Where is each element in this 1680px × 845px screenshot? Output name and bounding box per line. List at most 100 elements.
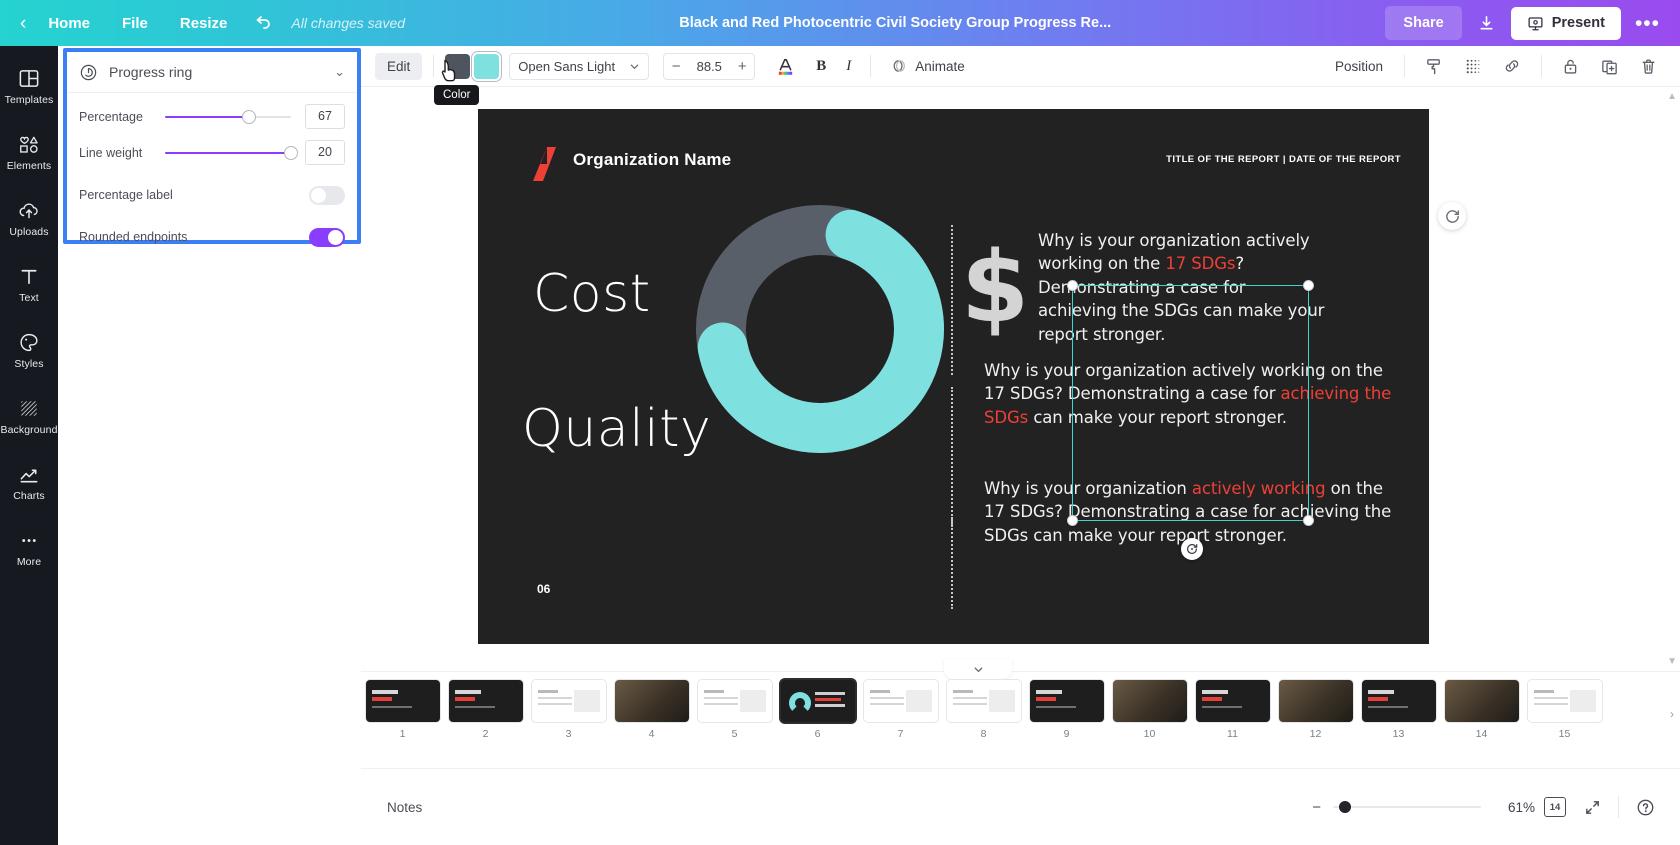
- sidebar-item-elements[interactable]: Elements: [0, 124, 58, 180]
- edit-button[interactable]: Edit: [375, 52, 423, 80]
- thumbnail-cell[interactable]: 9: [1025, 680, 1108, 740]
- resize-handle-bottom-left[interactable]: [1067, 515, 1078, 526]
- slide-thumbnail[interactable]: [1527, 680, 1602, 722]
- canvas-scroll-down-icon[interactable]: ▼: [1667, 656, 1677, 667]
- slide-thumbnail[interactable]: [1195, 680, 1270, 722]
- slide-thumbnail[interactable]: [1278, 680, 1353, 722]
- sidebar-item-styles[interactable]: Styles: [0, 322, 58, 378]
- editor-toolbar: Edit Open Sans Light − 88.5 + B I Animat: [361, 46, 1680, 87]
- font-family-select[interactable]: Open Sans Light: [509, 52, 650, 80]
- bold-button[interactable]: B: [808, 54, 834, 79]
- rounded-endpoints-toggle[interactable]: [309, 227, 345, 247]
- back-button[interactable]: ‹: [10, 10, 32, 37]
- zoom-slider[interactable]: [1333, 800, 1481, 814]
- toolbar-divider: [1541, 55, 1542, 77]
- italic-button[interactable]: I: [838, 54, 859, 79]
- slide-thumbnail[interactable]: [448, 680, 523, 722]
- fullscreen-button[interactable]: [1575, 793, 1610, 822]
- thumbnail-cell[interactable]: 8: [942, 680, 1025, 740]
- slide-thumbnail[interactable]: [1444, 680, 1519, 722]
- slider-knob[interactable]: [284, 145, 298, 160]
- top-bar-more-button[interactable]: •••: [1625, 11, 1670, 36]
- progress-ring-element[interactable]: [696, 205, 944, 453]
- collapse-strip-button[interactable]: [944, 659, 1012, 679]
- resize-button[interactable]: Resize: [164, 8, 244, 39]
- sidebar-item-text[interactable]: Text: [0, 256, 58, 312]
- thumbnail-number: 15: [1558, 728, 1571, 740]
- slide-label-cost[interactable]: Cost: [533, 264, 651, 324]
- line-weight-slider[interactable]: [165, 145, 298, 161]
- thumbnail-cell[interactable]: 14: [1440, 680, 1523, 740]
- text-color-button[interactable]: [767, 52, 804, 81]
- thumbnail-cell[interactable]: 1: [361, 680, 444, 740]
- resize-handle-bottom-right[interactable]: [1303, 515, 1314, 526]
- animate-button[interactable]: Animate: [882, 52, 973, 80]
- thumbnail-cell[interactable]: 10: [1108, 680, 1191, 740]
- transparency-button[interactable]: [1455, 53, 1490, 80]
- slider-knob[interactable]: [242, 109, 257, 124]
- present-button[interactable]: Present: [1510, 6, 1621, 40]
- sidebar-item-templates[interactable]: Templates: [0, 58, 58, 114]
- line-weight-input[interactable]: 20: [305, 140, 345, 165]
- thumbnail-cell[interactable]: 13: [1357, 680, 1440, 740]
- undo-button[interactable]: [243, 7, 283, 39]
- accent-color-swatch[interactable]: [474, 53, 500, 79]
- sidebar-item-more[interactable]: More: [0, 520, 58, 576]
- thumbnail-cell[interactable]: 2: [444, 680, 527, 740]
- page-count-button[interactable]: 14: [1535, 791, 1575, 823]
- slide-thumbnail[interactable]: [365, 680, 440, 722]
- position-button[interactable]: Position: [1325, 53, 1393, 80]
- lock-button[interactable]: [1553, 53, 1588, 80]
- font-size-increase[interactable]: +: [730, 54, 754, 79]
- progress-ring-header[interactable]: Progress ring ⌄: [67, 52, 357, 93]
- duplicate-button[interactable]: [1592, 53, 1627, 80]
- notes-button[interactable]: Notes: [377, 794, 432, 821]
- fill-color-swatch[interactable]: [445, 53, 471, 79]
- resize-handle-top-right[interactable]: [1303, 280, 1314, 291]
- thumbnail-cell[interactable]: 4: [610, 680, 693, 740]
- percentage-input[interactable]: 67: [305, 104, 345, 129]
- font-size-decrease[interactable]: −: [664, 54, 688, 79]
- slide-thumbnail[interactable]: [1029, 680, 1104, 722]
- zoom-out-button[interactable]: −: [1308, 799, 1325, 816]
- percentage-label-toggle[interactable]: [309, 185, 345, 205]
- share-button[interactable]: Share: [1385, 6, 1462, 40]
- document-title[interactable]: Black and Red Photocentric Civil Society…: [679, 15, 1111, 31]
- canvas-rotate-button[interactable]: [1438, 202, 1466, 230]
- thumbnail-cell[interactable]: 5: [693, 680, 776, 740]
- delete-button[interactable]: [1631, 53, 1666, 80]
- copy-style-icon: [1427, 58, 1440, 74]
- file-menu-button[interactable]: File: [106, 8, 164, 39]
- thumbnail-cell[interactable]: 15: [1523, 680, 1606, 740]
- sidebar-item-uploads[interactable]: Uploads: [0, 190, 58, 246]
- slide-thumbnail[interactable]: [1361, 680, 1436, 722]
- percentage-slider[interactable]: [165, 109, 291, 125]
- help-button[interactable]: [1627, 792, 1664, 823]
- slide-thumbnail[interactable]: [697, 680, 772, 722]
- thumbnail-cell[interactable]: 6: [776, 680, 859, 740]
- link-button[interactable]: [1494, 52, 1530, 80]
- home-button[interactable]: Home: [32, 8, 106, 39]
- slide-thumbnail[interactable]: [614, 680, 689, 722]
- font-size-input[interactable]: 88.5: [688, 59, 730, 74]
- thumbnail-cell[interactable]: 12: [1274, 680, 1357, 740]
- chevron-down-icon[interactable]: ⌄: [334, 64, 345, 80]
- download-button[interactable]: [1466, 6, 1507, 41]
- slide-thumbnail[interactable]: [1112, 680, 1187, 722]
- slide-thumbnail[interactable]: [863, 680, 938, 722]
- slide-thumbnail[interactable]: [531, 680, 606, 722]
- selection-frame[interactable]: [1067, 280, 1314, 526]
- resize-handle-top-left[interactable]: [1067, 280, 1078, 291]
- slide-thumbnail[interactable]: [780, 680, 855, 722]
- sidebar-item-charts[interactable]: Charts: [0, 454, 58, 510]
- slide-thumbnail[interactable]: [946, 680, 1021, 722]
- sidebar-item-background[interactable]: Background: [0, 388, 58, 444]
- thumbnail-cell[interactable]: 7: [859, 680, 942, 740]
- thumbnail-cell[interactable]: 3: [527, 680, 610, 740]
- canvas-area[interactable]: Organization Name TITLE OF THE REPORT | …: [361, 87, 1680, 671]
- rotate-handle[interactable]: [1181, 538, 1203, 560]
- zoom-slider-knob[interactable]: [1339, 801, 1351, 813]
- canvas-scroll-up-icon[interactable]: ▲: [1667, 91, 1677, 102]
- copy-style-button[interactable]: [1416, 53, 1451, 80]
- thumbnail-cell[interactable]: 11: [1191, 680, 1274, 740]
